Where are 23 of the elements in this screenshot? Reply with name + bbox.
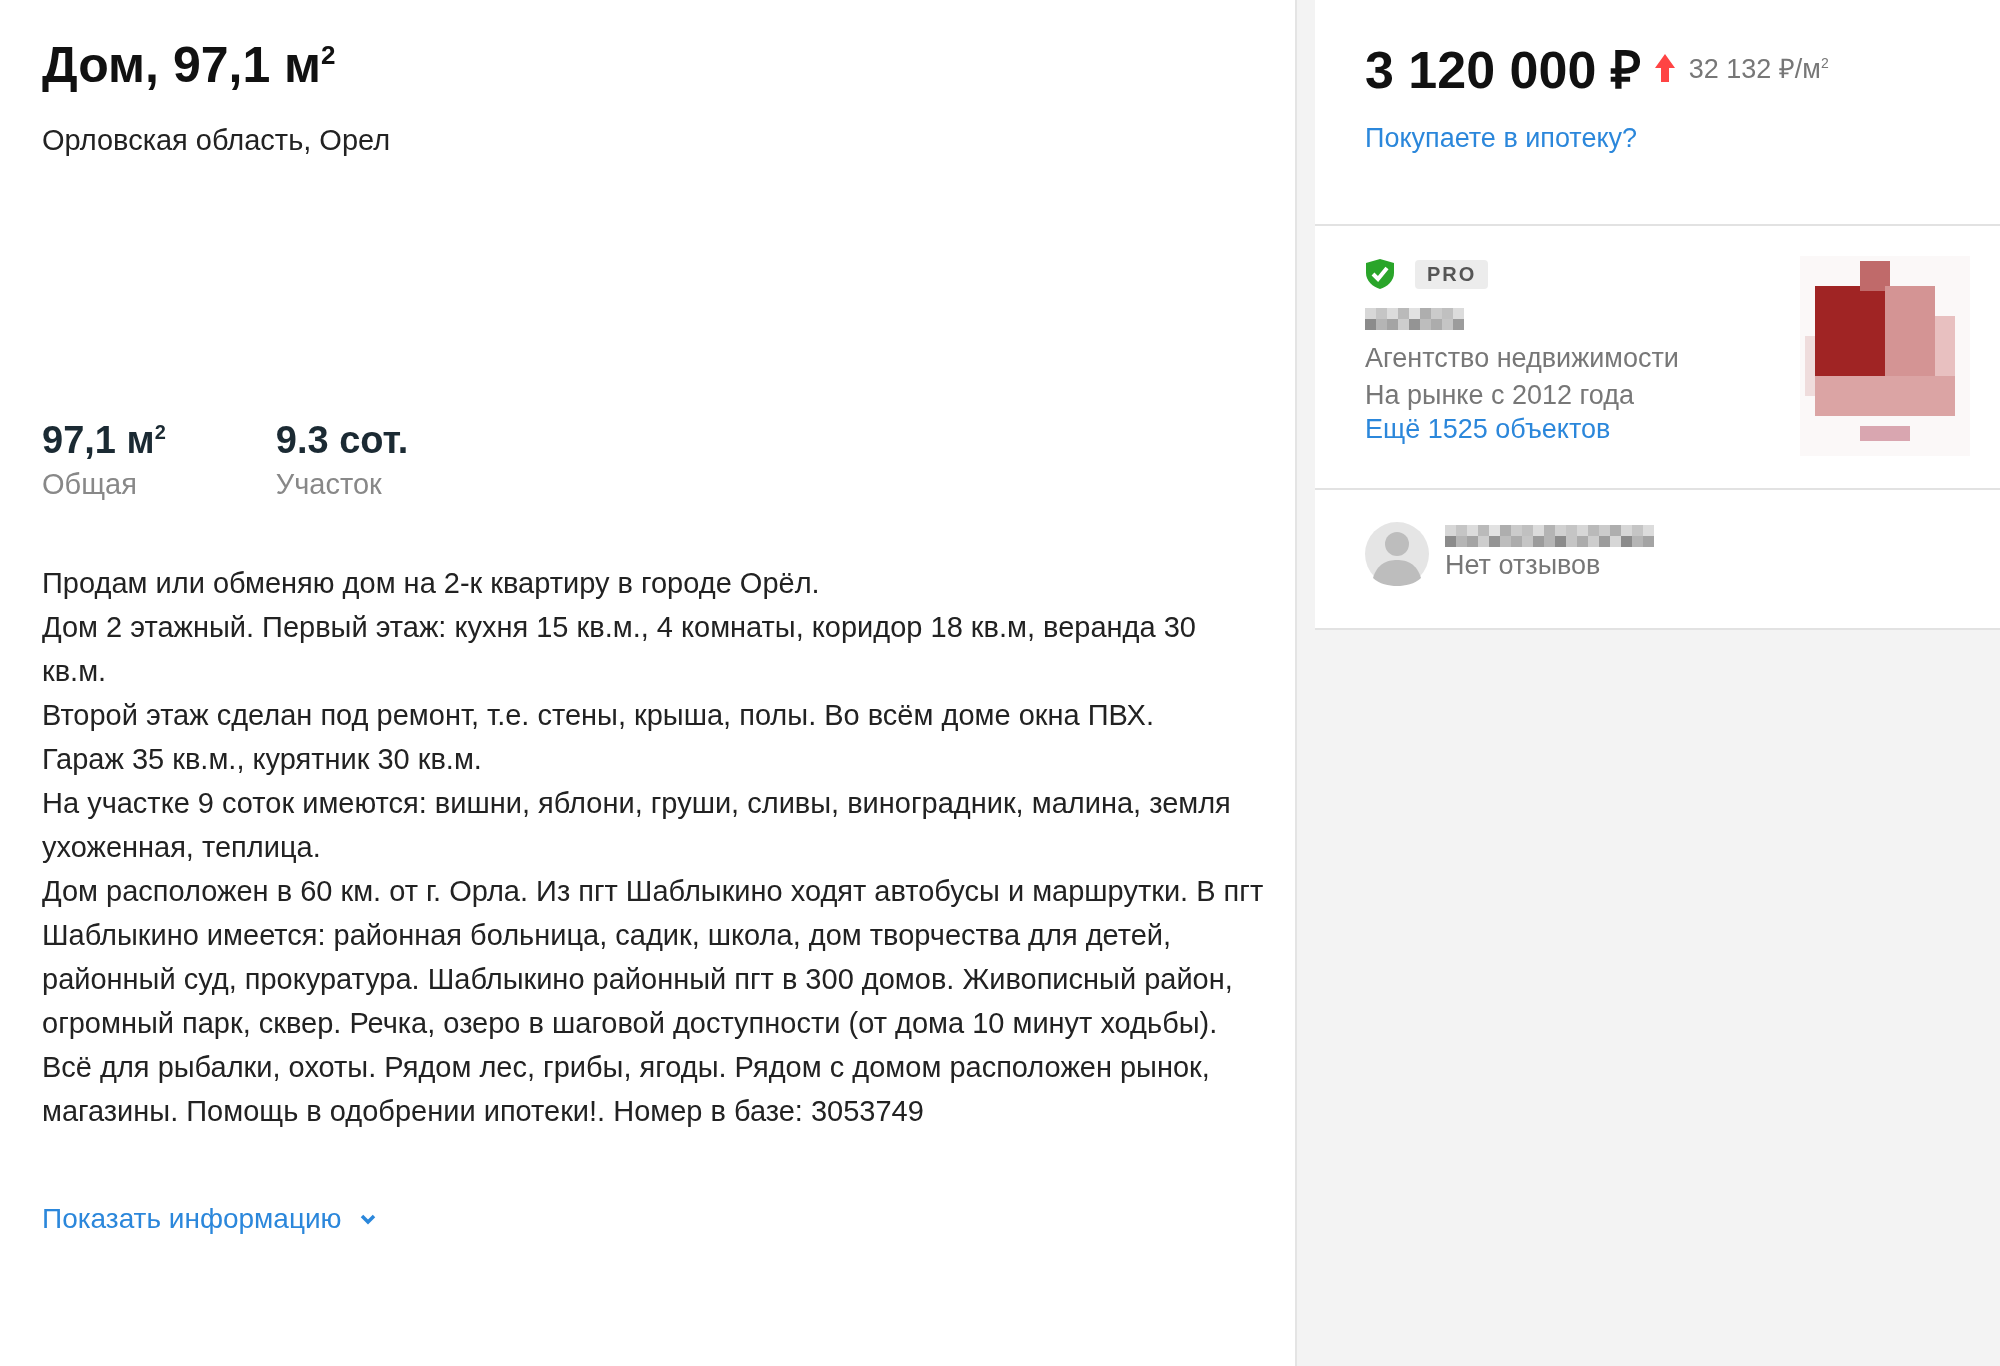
price: 3 120 000 ₽	[1365, 40, 1641, 101]
show-info-link[interactable]: Показать информацию	[42, 1203, 376, 1235]
stat-value: 97,1 м$^{2}$	[42, 419, 166, 462]
description-paragraph: Второй этаж сделан под ремонт, т.е. стены, крыша, полы. Во всём доме окна ПВХ.	[42, 698, 1155, 733]
address: Орловская область, Орел	[42, 124, 392, 157]
more-objects-link[interactable]: Ещё 1525 объектов	[1365, 414, 1679, 445]
agent-type: Агентство недвижимости	[1365, 342, 1679, 375]
pro-badge: PRO	[1415, 259, 1489, 289]
chevron-down-icon	[359, 1213, 376, 1225]
market-since: На рынке с 2012 года	[1365, 379, 1635, 412]
description-paragraph: Гараж 35 кв.м., курятник 30 кв.м.	[42, 742, 483, 777]
stat-value: 9.3 сот.	[275, 419, 409, 462]
no-reviews: Нет отзывов	[1445, 548, 1602, 582]
stat-label: Участок	[275, 468, 383, 501]
description-paragraph: Дом 2 этажный. Первый этаж: кухня 15 кв.м., 4 комнаты, коридор 18 кв.м, веранда 30 кв.м.	[42, 610, 1197, 689]
avatar-icon	[1365, 522, 1429, 586]
description-paragraph: На участке 9 соток имеются: вишни, яблони, груши, сливы, виноградник, малина, земля ухоженная, теплица.	[42, 786, 1232, 865]
description-paragraph: Продам или обменяю дом на 2-к квартиру в городе Орёл.	[42, 566, 821, 601]
price-per-meter: 32 132 ₽/м$^{2}$	[1688, 53, 1829, 86]
listing-title: Дом, 97,1 м$^{2}$	[42, 36, 337, 94]
stat-label: Общая	[42, 468, 138, 501]
description-paragraph: Дом расположен в 60 км. от г. Орла. Из пгт Шаблыкино ходят автобусы и маршрутки. В пгт Шаблыкино имеется: районная больница, садик, школа, дом творчества для детей, районный суд, прокуратура. Шаблыкино районный пгт в 300 домов. Живописный район, огромный парк, сквер. Речка, озеро в шаговой доступности (от дома 10 минут ходьбы). Всё для рыбалки, охоты. Рядом лес, грибы, ягоды. Рядом с домом расположен рынок, магазины. Помощь в одобрении ипотеки!. Номер в базе: 3053749	[42, 874, 1265, 1129]
mortgage-link[interactable]: Покупаете в ипотеку?	[1365, 123, 1638, 154]
